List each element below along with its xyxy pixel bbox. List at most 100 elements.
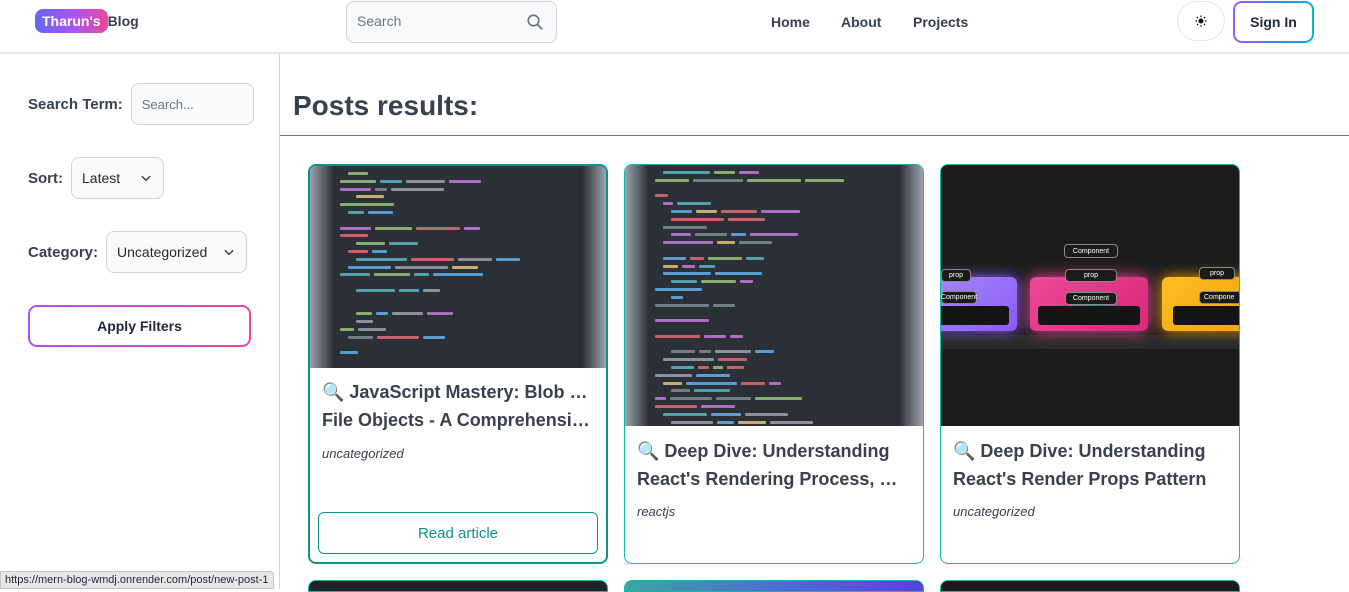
code-line — [699, 264, 715, 268]
code-line — [356, 195, 384, 199]
search-term-label: Search Term: — [28, 95, 123, 113]
code-line — [655, 194, 668, 198]
code-line — [745, 412, 788, 416]
code-line — [458, 257, 492, 261]
code-line — [348, 250, 368, 253]
post-card[interactable] — [624, 580, 924, 592]
apply-filters-label: Apply Filters — [30, 307, 249, 345]
category-label: Category: — [28, 243, 99, 261]
code-line — [805, 178, 844, 182]
code-line — [670, 397, 712, 401]
code-line — [663, 241, 713, 245]
code-line — [340, 273, 370, 277]
nav-projects[interactable]: Projects — [913, 14, 968, 30]
post-title[interactable]: 🔍 JavaScript Mastery: Blob vs. File Obje… — [322, 378, 594, 434]
code-line — [663, 202, 673, 206]
nav-home[interactable]: Home — [771, 14, 810, 30]
search-term-input[interactable] — [130, 83, 254, 125]
code-line — [701, 280, 736, 284]
code-line — [340, 187, 371, 191]
code-line — [671, 295, 683, 299]
code-line — [717, 241, 735, 245]
code-line — [655, 334, 700, 338]
code-line — [695, 233, 727, 237]
sign-in-button[interactable]: Sign In — [1233, 1, 1314, 43]
code-line — [340, 226, 371, 230]
chevron-down-icon — [224, 249, 234, 256]
code-line — [715, 272, 762, 276]
apply-filters-button[interactable]: Apply Filters — [28, 305, 251, 347]
post-card[interactable]: Component prop Component prop Component … — [940, 164, 1240, 564]
code-line — [655, 397, 666, 401]
post-card[interactable]: 🔍 JavaScript Mastery: Blob vs. File Obje… — [308, 164, 608, 564]
code-line — [755, 397, 802, 401]
post-title-line: 🔍 Deep Dive: Understanding — [953, 441, 1206, 461]
code-line — [718, 358, 747, 362]
code-line — [721, 210, 757, 213]
post-title-line: React's Rendering Process, Stat... — [637, 469, 909, 489]
code-line — [416, 226, 460, 230]
code-line — [716, 397, 751, 401]
code-line — [372, 250, 387, 253]
post-thumbnail[interactable] — [625, 165, 923, 426]
post-thumbnail[interactable]: Component prop Component prop Component … — [941, 165, 1239, 426]
code-line — [686, 381, 737, 385]
code-line — [340, 179, 376, 183]
code-line — [696, 210, 717, 213]
code-line — [701, 405, 735, 408]
code-line — [356, 257, 407, 261]
code-line — [348, 335, 373, 339]
logo-text: Blog — [107, 13, 139, 29]
post-category: uncategorized — [322, 446, 404, 461]
post-card[interactable] — [308, 580, 608, 592]
code-line — [340, 351, 358, 355]
site-logo[interactable]: Tharun's Blog — [35, 9, 139, 33]
code-line — [406, 179, 445, 183]
code-line — [740, 280, 753, 284]
code-line — [663, 381, 682, 385]
code-line — [769, 381, 781, 385]
header-search-input[interactable] — [357, 13, 517, 29]
code-line — [423, 335, 445, 339]
code-line — [696, 373, 730, 377]
code-line — [356, 312, 372, 316]
post-card[interactable]: 🔍 Deep Dive: Understanding React's Rende… — [624, 164, 924, 564]
code-line — [663, 225, 707, 229]
code-line — [739, 241, 772, 245]
code-line — [356, 289, 395, 292]
category-row: Category: Uncategorized — [28, 231, 248, 273]
code-line — [663, 264, 678, 268]
code-line — [693, 178, 743, 182]
code-line — [755, 350, 774, 354]
code-line — [739, 171, 759, 174]
post-title[interactable]: 🔍 Deep Dive: Understanding React's Rende… — [637, 437, 909, 493]
code-line — [399, 289, 419, 292]
code-line — [728, 217, 765, 221]
post-thumbnail[interactable] — [310, 166, 606, 368]
code-line — [715, 350, 751, 354]
code-line — [395, 265, 448, 269]
code-line — [375, 187, 387, 191]
header-search — [346, 1, 557, 43]
code-line — [655, 319, 709, 323]
post-card[interactable] — [940, 580, 1240, 592]
code-line — [704, 334, 726, 338]
theme-toggle-button[interactable] — [1177, 1, 1225, 41]
code-line — [663, 412, 707, 416]
code-line — [731, 233, 746, 237]
code-line — [671, 217, 724, 221]
sort-select[interactable]: Latest — [71, 157, 164, 199]
page-title: Posts results: — [293, 90, 479, 121]
code-line — [392, 312, 423, 316]
category-select[interactable]: Uncategorized — [106, 231, 248, 273]
code-line — [655, 303, 709, 307]
read-article-button[interactable]: Read article — [318, 512, 598, 554]
search-icon[interactable] — [526, 13, 544, 31]
diagram-node: prop — [1065, 269, 1117, 282]
nav-about[interactable]: About — [841, 14, 881, 30]
code-line — [348, 265, 391, 269]
code-line — [747, 178, 801, 182]
post-title[interactable]: 🔍 Deep Dive: Understanding React's Rende… — [953, 437, 1225, 493]
code-line — [671, 389, 690, 393]
code-line — [663, 171, 710, 174]
